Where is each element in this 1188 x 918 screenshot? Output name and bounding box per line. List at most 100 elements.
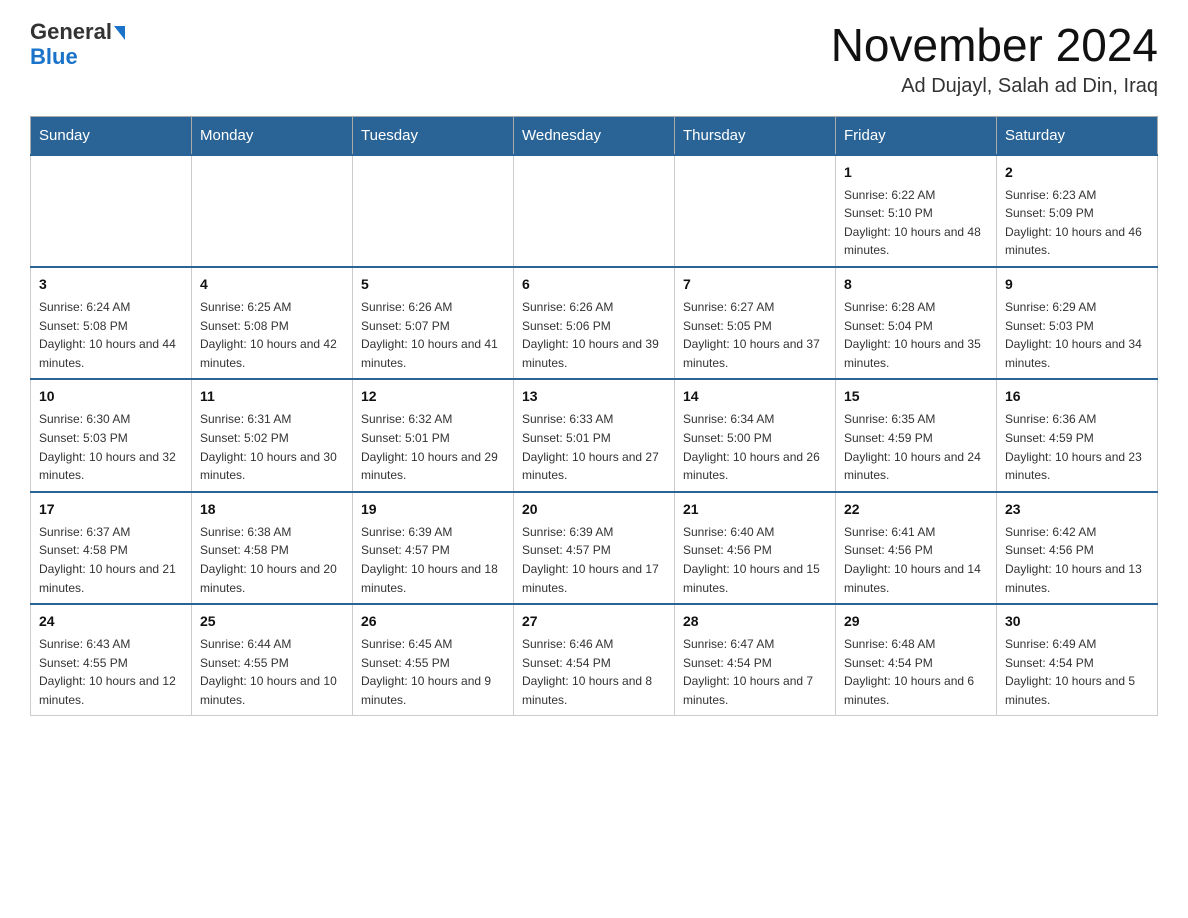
day-number: 25 [200, 611, 344, 632]
calendar-header-sunday: Sunday [31, 116, 192, 155]
day-info: Sunrise: 6:25 AMSunset: 5:08 PMDaylight:… [200, 298, 344, 372]
calendar-header-monday: Monday [192, 116, 353, 155]
day-info: Sunrise: 6:31 AMSunset: 5:02 PMDaylight:… [200, 410, 344, 484]
calendar-week-row-2: 3 Sunrise: 6:24 AMSunset: 5:08 PMDaylight… [31, 267, 1158, 379]
day-number: 14 [683, 386, 827, 407]
calendar-cell-5-3: 26 Sunrise: 6:45 AMSunset: 4:55 PMDayligh… [353, 604, 514, 716]
day-info: Sunrise: 6:27 AMSunset: 5:05 PMDaylight:… [683, 298, 827, 372]
calendar-cell-4-1: 17Sunrise: 6:37 AMSunset: 4:58 PMDayligh… [31, 492, 192, 604]
day-number: 13 [522, 386, 666, 407]
day-info: Sunrise: 6:46 AMSunset: 4:54 PMDaylight:… [522, 635, 666, 709]
calendar-cell-5-5: 28Sunrise: 6:47 AMSunset: 4:54 PMDayligh… [675, 604, 836, 716]
day-number: 9 [1005, 274, 1149, 295]
calendar-week-row-3: 10 Sunrise: 6:30 AMSunset: 5:03 PMDayligh… [31, 379, 1158, 491]
day-number: 3 [39, 274, 183, 295]
day-info: Sunrise: 6:39 AMSunset: 4:57 PMDaylight:… [361, 523, 505, 597]
calendar-cell-2-2: 4 Sunrise: 6:25 AMSunset: 5:08 PMDaylight… [192, 267, 353, 379]
day-number: 29 [844, 611, 988, 632]
day-info: Sunrise: 6:26 AMSunset: 5:06 PMDaylight:… [522, 298, 666, 372]
day-info: Sunrise: 6:43 AMSunset: 4:55 PMDaylight:… [39, 635, 183, 709]
day-number: 22 [844, 499, 988, 520]
calendar-cell-1-5 [675, 155, 836, 267]
calendar-cell-1-7: 2 Sunrise: 6:23 AMSunset: 5:09 PMDaylight… [997, 155, 1158, 267]
day-number: 11 [200, 386, 344, 407]
calendar-cell-4-4: 20 Sunrise: 6:39 AMSunset: 4:57 PMDayligh… [514, 492, 675, 604]
day-number: 6 [522, 274, 666, 295]
day-number: 21 [683, 499, 827, 520]
day-number: 1 [844, 162, 988, 183]
day-info: Sunrise: 6:45 AMSunset: 4:55 PMDaylight:… [361, 635, 505, 709]
day-info: Sunrise: 6:42 AMSunset: 4:56 PMDaylight:… [1005, 523, 1149, 597]
day-number: 10 [39, 386, 183, 407]
calendar-cell-3-7: 16 Sunrise: 6:36 AMSunset: 4:59 PMDayligh… [997, 379, 1158, 491]
calendar-cell-3-5: 14 Sunrise: 6:34 AMSunset: 5:00 PMDayligh… [675, 379, 836, 491]
day-info: Sunrise: 6:28 AMSunset: 5:04 PMDaylight:… [844, 298, 988, 372]
day-number: 27 [522, 611, 666, 632]
day-info: Sunrise: 6:35 AMSunset: 4:59 PMDaylight:… [844, 410, 988, 484]
day-info: Sunrise: 6:26 AMSunset: 5:07 PMDaylight:… [361, 298, 505, 372]
calendar-header-wednesday: Wednesday [514, 116, 675, 155]
day-info: Sunrise: 6:23 AMSunset: 5:09 PMDaylight:… [1005, 186, 1149, 260]
calendar-cell-2-3: 5 Sunrise: 6:26 AMSunset: 5:07 PMDaylight… [353, 267, 514, 379]
calendar-cell-4-2: 18 Sunrise: 6:38 AMSunset: 4:58 PMDayligh… [192, 492, 353, 604]
calendar-week-row-4: 17Sunrise: 6:37 AMSunset: 4:58 PMDayligh… [31, 492, 1158, 604]
day-info: Sunrise: 6:44 AMSunset: 4:55 PMDaylight:… [200, 635, 344, 709]
day-info: Sunrise: 6:36 AMSunset: 4:59 PMDaylight:… [1005, 410, 1149, 484]
day-info: Sunrise: 6:30 AMSunset: 5:03 PMDaylight:… [39, 410, 183, 484]
calendar-cell-1-6: 1 Sunrise: 6:22 AMSunset: 5:10 PMDaylight… [836, 155, 997, 267]
calendar-cell-1-4 [514, 155, 675, 267]
day-number: 15 [844, 386, 988, 407]
day-number: 30 [1005, 611, 1149, 632]
day-number: 12 [361, 386, 505, 407]
day-info: Sunrise: 6:29 AMSunset: 5:03 PMDaylight:… [1005, 298, 1149, 372]
calendar-cell-5-6: 29Sunrise: 6:48 AMSunset: 4:54 PMDayligh… [836, 604, 997, 716]
day-info: Sunrise: 6:34 AMSunset: 5:00 PMDaylight:… [683, 410, 827, 484]
title-area: November 2024 Ad Dujayl, Salah ad Din, I… [831, 20, 1158, 98]
calendar-cell-2-7: 9 Sunrise: 6:29 AMSunset: 5:03 PMDaylight… [997, 267, 1158, 379]
day-info: Sunrise: 6:32 AMSunset: 5:01 PMDaylight:… [361, 410, 505, 484]
calendar-cell-2-6: 8 Sunrise: 6:28 AMSunset: 5:04 PMDaylight… [836, 267, 997, 379]
day-number: 2 [1005, 162, 1149, 183]
calendar-cell-2-5: 7 Sunrise: 6:27 AMSunset: 5:05 PMDaylight… [675, 267, 836, 379]
day-info: Sunrise: 6:22 AMSunset: 5:10 PMDaylight:… [844, 186, 988, 260]
day-info: Sunrise: 6:38 AMSunset: 4:58 PMDaylight:… [200, 523, 344, 597]
day-number: 26 [361, 611, 505, 632]
day-number: 19 [361, 499, 505, 520]
day-number: 4 [200, 274, 344, 295]
calendar-header-saturday: Saturday [997, 116, 1158, 155]
calendar-cell-4-3: 19 Sunrise: 6:39 AMSunset: 4:57 PMDayligh… [353, 492, 514, 604]
day-info: Sunrise: 6:39 AMSunset: 4:57 PMDaylight:… [522, 523, 666, 597]
day-number: 24 [39, 611, 183, 632]
calendar-cell-3-2: 11 Sunrise: 6:31 AMSunset: 5:02 PMDayligh… [192, 379, 353, 491]
subtitle: Ad Dujayl, Salah ad Din, Iraq [831, 75, 1158, 98]
calendar-week-row-5: 24 Sunrise: 6:43 AMSunset: 4:55 PMDayligh… [31, 604, 1158, 716]
calendar-cell-5-2: 25 Sunrise: 6:44 AMSunset: 4:55 PMDayligh… [192, 604, 353, 716]
day-info: Sunrise: 6:41 AMSunset: 4:56 PMDaylight:… [844, 523, 988, 597]
calendar-cell-5-7: 30 Sunrise: 6:49 AMSunset: 4:54 PMDayligh… [997, 604, 1158, 716]
day-number: 5 [361, 274, 505, 295]
day-info: Sunrise: 6:49 AMSunset: 4:54 PMDaylight:… [1005, 635, 1149, 709]
page-header: General Blue November 2024 Ad Dujayl, Sa… [30, 20, 1158, 98]
day-info: Sunrise: 6:33 AMSunset: 5:01 PMDaylight:… [522, 410, 666, 484]
calendar-cell-2-1: 3 Sunrise: 6:24 AMSunset: 5:08 PMDaylight… [31, 267, 192, 379]
calendar-cell-1-1 [31, 155, 192, 267]
calendar-cell-3-1: 10 Sunrise: 6:30 AMSunset: 5:03 PMDayligh… [31, 379, 192, 491]
day-info: Sunrise: 6:24 AMSunset: 5:08 PMDaylight:… [39, 298, 183, 372]
day-number: 23 [1005, 499, 1149, 520]
logo-general: General [30, 20, 112, 44]
calendar-table: SundayMondayTuesdayWednesdayThursdayFrid… [30, 116, 1158, 717]
calendar-cell-3-4: 13 Sunrise: 6:33 AMSunset: 5:01 PMDayligh… [514, 379, 675, 491]
day-number: 7 [683, 274, 827, 295]
day-number: 20 [522, 499, 666, 520]
calendar-cell-2-4: 6 Sunrise: 6:26 AMSunset: 5:06 PMDaylight… [514, 267, 675, 379]
logo: General Blue [30, 20, 125, 70]
calendar-header-row: SundayMondayTuesdayWednesdayThursdayFrid… [31, 116, 1158, 155]
day-number: 16 [1005, 386, 1149, 407]
calendar-cell-3-6: 15 Sunrise: 6:35 AMSunset: 4:59 PMDayligh… [836, 379, 997, 491]
day-number: 8 [844, 274, 988, 295]
day-number: 18 [200, 499, 344, 520]
logo-blue: Blue [30, 44, 78, 70]
calendar-cell-4-6: 22 Sunrise: 6:41 AMSunset: 4:56 PMDayligh… [836, 492, 997, 604]
calendar-cell-1-2 [192, 155, 353, 267]
calendar-header-thursday: Thursday [675, 116, 836, 155]
